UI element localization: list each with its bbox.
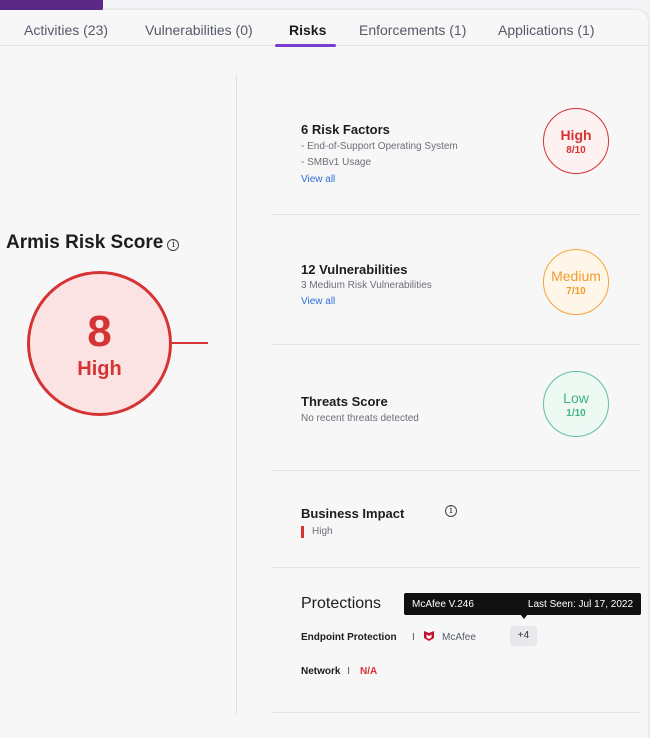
risk-score-title-text: Armis Risk Score <box>6 232 164 253</box>
column-divider <box>236 75 237 715</box>
risk-factors-section: 6 Risk Factors - End-of-Support Operatin… <box>271 95 639 215</box>
vulnerabilities-badge-score: 7/10 <box>566 286 586 297</box>
vulnerabilities-badge: Medium 7/10 <box>543 249 609 315</box>
tab-bar: Activities (23) Vulnerabilities (0) Risk… <box>0 10 648 46</box>
network-value: N/A <box>360 666 378 677</box>
protections-section: Protections McAfee V.246 Last Seen: Jul … <box>271 568 641 713</box>
more-protections-chip[interactable]: +4 <box>510 626 537 646</box>
business-impact-value: High <box>312 526 333 537</box>
risk-factor-item: - SMBv1 Usage <box>301 157 372 168</box>
vulnerabilities-badge-level: Medium <box>551 268 601 284</box>
risk-factors-badge-level: High <box>560 127 592 143</box>
vulnerabilities-section: 12 Vulnerabilities 3 Medium Risk Vulnera… <box>271 215 639 345</box>
tooltip-last-seen: Last Seen: Jul 17, 2022 <box>527 599 633 610</box>
threats-subtitle: No recent threats detected <box>301 413 419 424</box>
tab-risks[interactable]: Risks <box>289 22 326 38</box>
tab-activities[interactable]: Activities (23) <box>24 22 108 38</box>
tooltip-arrow <box>520 614 528 619</box>
protection-tooltip: McAfee V.246 Last Seen: Jul 17, 2022 <box>404 593 641 615</box>
network-label-text: Network <box>301 666 341 677</box>
risk-score-level: High <box>77 358 122 380</box>
business-impact-title: Business Impact <box>301 506 405 521</box>
tab-enforcements[interactable]: Enforcements (1) <box>359 22 466 38</box>
vulnerabilities-title: 12 Vulnerabilities <box>301 262 408 277</box>
impact-level-bar <box>301 526 304 538</box>
protections-title: Protections <box>301 595 382 612</box>
risk-factors-badge: High 8/10 <box>543 108 609 174</box>
business-impact-section: Business Impact i High <box>271 471 639 568</box>
separator: I <box>412 632 415 643</box>
threats-badge: Low 1/10 <box>543 371 609 437</box>
threats-badge-level: Low <box>563 390 589 406</box>
tab-applications[interactable]: Applications (1) <box>498 22 595 38</box>
risk-factors-title: 6 Risk Factors <box>301 122 390 137</box>
tab-vulnerabilities[interactable]: Vulnerabilities (0) <box>145 22 253 38</box>
risk-factors-badge-score: 8/10 <box>566 145 586 156</box>
risk-factors-view-all-link[interactable]: View all <box>301 174 335 185</box>
risk-factor-item: - End-of-Support Operating System <box>301 141 458 152</box>
score-connector-line <box>172 342 208 344</box>
threats-title: Threats Score <box>301 394 388 409</box>
risk-score-title: Armis Risk Score i <box>6 232 180 254</box>
endpoint-vendor: McAfee <box>442 632 476 643</box>
vulnerabilities-subtitle: 3 Medium Risk Vulnerabilities <box>301 280 432 291</box>
network-label: Network I <box>301 666 350 677</box>
vulnerabilities-view-all-link[interactable]: View all <box>301 296 335 307</box>
active-tab-indicator <box>275 44 336 47</box>
tooltip-version: McAfee V.246 <box>412 599 474 610</box>
endpoint-protection-label: Endpoint Protection <box>301 632 397 643</box>
risk-score-value: 8 <box>87 307 112 356</box>
threats-badge-score: 1/10 <box>566 408 586 419</box>
threats-section: Threats Score No recent threats detected… <box>271 345 639 471</box>
business-impact-info-icon[interactable]: i <box>445 505 457 517</box>
info-icon[interactable]: i <box>167 239 180 251</box>
separator: I <box>347 666 351 677</box>
risk-score-gauge: 8 High <box>27 271 172 416</box>
mcafee-shield-icon <box>424 631 434 641</box>
